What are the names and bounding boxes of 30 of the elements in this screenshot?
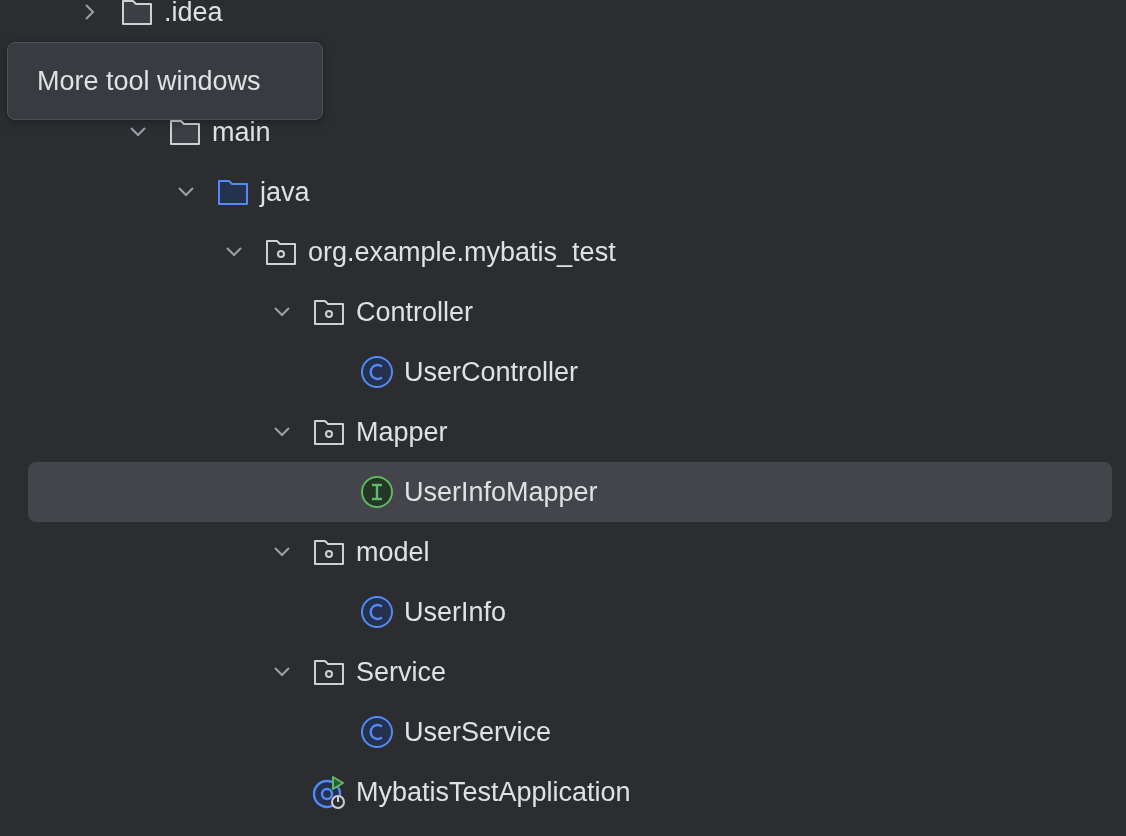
tree-row[interactable]: UserInfoMapper <box>28 462 1112 522</box>
runnable-class-icon <box>312 775 346 809</box>
tree-item-label[interactable]: UserService <box>404 716 552 748</box>
tooltip: More tool windows <box>7 42 323 120</box>
tree-item-label[interactable]: UserController <box>404 356 579 388</box>
tree-item-label[interactable]: Mapper <box>356 416 448 448</box>
tree-item-label[interactable]: org.example.mybatis_test <box>308 236 616 268</box>
tree-row[interactable]: MybatisTestApplication <box>28 762 1112 822</box>
tree-item-label[interactable]: java <box>260 176 310 208</box>
tree-item-label[interactable]: MybatisTestApplication <box>356 776 631 808</box>
tree-row[interactable]: UserService <box>28 702 1112 762</box>
tree-row[interactable]: .idea <box>28 0 1112 42</box>
class-icon <box>360 355 394 389</box>
tree-row[interactable]: Service <box>28 642 1112 702</box>
tree-row[interactable]: Mapper <box>28 402 1112 462</box>
class-icon <box>360 595 394 629</box>
tree-item-label[interactable]: .idea <box>164 0 223 28</box>
tree-item-label[interactable]: Controller <box>356 296 474 328</box>
tree-row[interactable]: org.example.mybatis_test <box>28 222 1112 282</box>
interface-icon <box>360 475 394 509</box>
tree-item-label[interactable]: model <box>356 536 430 568</box>
tree-row[interactable]: Controller <box>28 282 1112 342</box>
tree-row[interactable]: UserInfo <box>28 582 1112 642</box>
tree-item-label[interactable]: Service <box>356 656 447 688</box>
class-icon <box>360 715 394 749</box>
tree-row[interactable]: java <box>28 162 1112 222</box>
tree-item-label[interactable]: UserInfoMapper <box>404 476 598 508</box>
tree-row[interactable]: model <box>28 522 1112 582</box>
tree-row[interactable]: UserController <box>28 342 1112 402</box>
tree-item-label[interactable]: UserInfo <box>404 596 507 628</box>
